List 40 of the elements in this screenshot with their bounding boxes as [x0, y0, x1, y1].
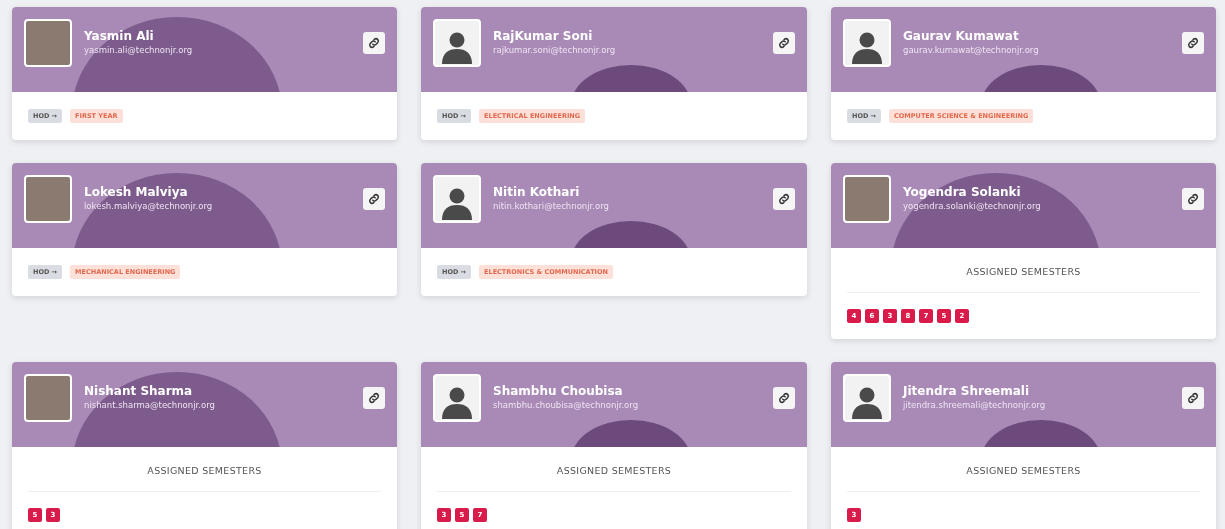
- section-title: ASSIGNED SEMESTERS: [555, 465, 673, 477]
- link-icon: [777, 35, 791, 50]
- link-button[interactable]: [773, 386, 795, 409]
- email-text: nitin.kothari@technonjr.org: [493, 200, 610, 213]
- link-button[interactable]: [1182, 386, 1204, 409]
- person-name: Yasmin Ali: [84, 28, 155, 44]
- email-text: lokesh.malviya@technonjr.org: [84, 200, 214, 213]
- email-text: gaurav.kumawat@technonjr.org: [903, 44, 1040, 57]
- link-icon: [1186, 390, 1200, 405]
- email-text: jitendra.shreemali@technonjr.org: [903, 399, 1047, 412]
- link-icon: [777, 191, 791, 206]
- person-name: Gaurav Kumawat: [903, 28, 1020, 44]
- link-icon: [367, 35, 381, 50]
- section-title: ASSIGNED SEMESTERS: [965, 465, 1082, 477]
- link-button[interactable]: [363, 187, 385, 210]
- email-text: rajkumar.soni@technonjr.org: [493, 44, 617, 57]
- link-icon: [1186, 191, 1200, 206]
- person-name: Nitin Kothari: [493, 184, 581, 200]
- person-name: Yogendra Solanki: [903, 184, 1022, 200]
- link-button[interactable]: [773, 187, 795, 210]
- link-icon: [367, 191, 381, 206]
- link-button[interactable]: [363, 31, 385, 54]
- section-title: ASSIGNED SEMESTERS: [965, 266, 1082, 278]
- person-name: Lokesh Malviya: [84, 184, 189, 200]
- link-icon: [1186, 35, 1200, 50]
- section-title: ASSIGNED SEMESTERS: [146, 465, 263, 477]
- link-button[interactable]: [1182, 187, 1204, 210]
- email-text: nishant.sharma@technonjr.org: [84, 399, 216, 412]
- link-icon: [367, 390, 381, 405]
- email-text: yogendra.solanki@technonjr.org: [903, 200, 1042, 213]
- link-icon: [777, 390, 791, 405]
- person-name: Shambhu Choubisa: [493, 383, 624, 399]
- person-name: Jitendra Shreemali: [903, 383, 1030, 399]
- email-text: yasmin.ali@technonjr.org: [84, 44, 194, 57]
- email-text: shambhu.choubisa@technonjr.org: [493, 399, 640, 412]
- link-button[interactable]: [363, 386, 385, 409]
- person-name: Nishant Sharma: [84, 383, 194, 399]
- link-button[interactable]: [1182, 31, 1204, 54]
- person-name: RajKumar Soni: [493, 28, 594, 44]
- link-button[interactable]: [773, 31, 795, 54]
